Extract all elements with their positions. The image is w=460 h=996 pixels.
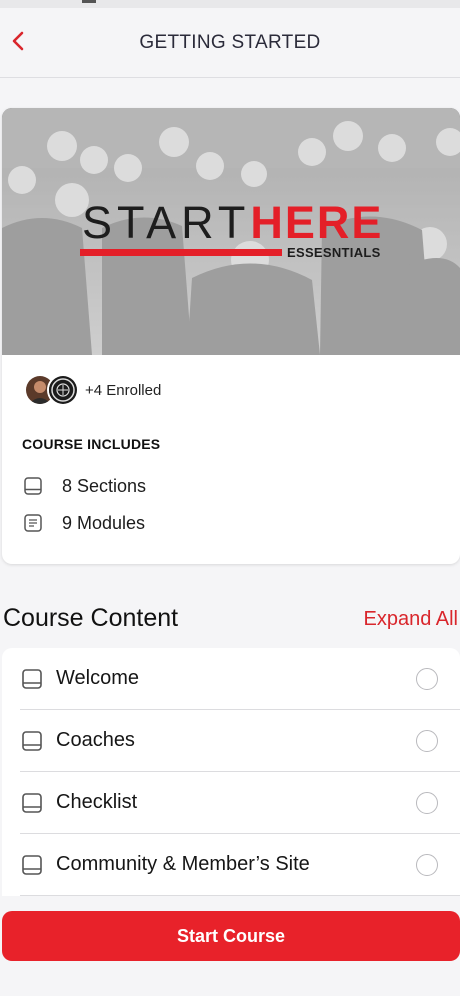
course-content-heading: Course Content [3, 604, 179, 632]
status-bar [0, 0, 460, 8]
book-icon [22, 475, 44, 497]
avatar [47, 374, 79, 406]
lesson-list: Welcome Coaches Checklist Community & Me… [2, 648, 460, 896]
page-title: GETTING STARTED [139, 32, 321, 53]
lesson-item-coaches[interactable]: Coaches [20, 710, 460, 772]
lesson-label: Coaches [56, 729, 135, 751]
sections-count: 8 Sections [62, 475, 147, 496]
lesson-status-circle[interactable] [416, 668, 438, 690]
lesson-label: Welcome [56, 667, 139, 689]
expand-all-link[interactable]: Expand All [363, 608, 458, 631]
includes-modules: 9 Modules [22, 511, 145, 535]
course-summary-card: STARTHERE ESSESNTIALS +4 Enrolled COURSE… [2, 108, 460, 564]
course-hero-image: STARTHERE ESSESNTIALS [2, 108, 460, 355]
hero-title-here: HERE [250, 197, 384, 248]
start-course-button[interactable]: Start Course [2, 911, 460, 961]
hero-subtitle: ESSESNTIALS [287, 245, 381, 260]
document-icon [22, 512, 44, 534]
lesson-label: Checklist [56, 791, 138, 813]
lesson-status-circle[interactable] [416, 730, 438, 752]
hero-title: STARTHERE [82, 200, 383, 245]
hero-title-start: START [82, 197, 251, 248]
lesson-status-circle[interactable] [416, 854, 438, 876]
includes-sections: 8 Sections [22, 474, 146, 498]
modules-count: 9 Modules [62, 512, 146, 533]
book-icon [20, 791, 44, 815]
lesson-item-welcome[interactable]: Welcome [20, 648, 460, 710]
badge-logo-icon [49, 376, 77, 404]
book-icon [20, 667, 44, 691]
book-icon [20, 853, 44, 877]
enrolled-count: +4 Enrolled [85, 381, 162, 399]
lesson-item-community[interactable]: Community & Member’s Site [20, 834, 460, 896]
top-navigation-bar: GETTING STARTED [0, 8, 460, 78]
enrolled-members: +4 Enrolled [24, 373, 161, 407]
lesson-status-circle[interactable] [416, 792, 438, 814]
hero-underline [80, 249, 282, 256]
lesson-label: Community & Member’s Site [56, 853, 310, 875]
status-indicator [82, 0, 96, 3]
course-includes-heading: COURSE INCLUDES [22, 436, 161, 452]
lesson-item-checklist[interactable]: Checklist [20, 772, 460, 834]
book-icon [20, 729, 44, 753]
